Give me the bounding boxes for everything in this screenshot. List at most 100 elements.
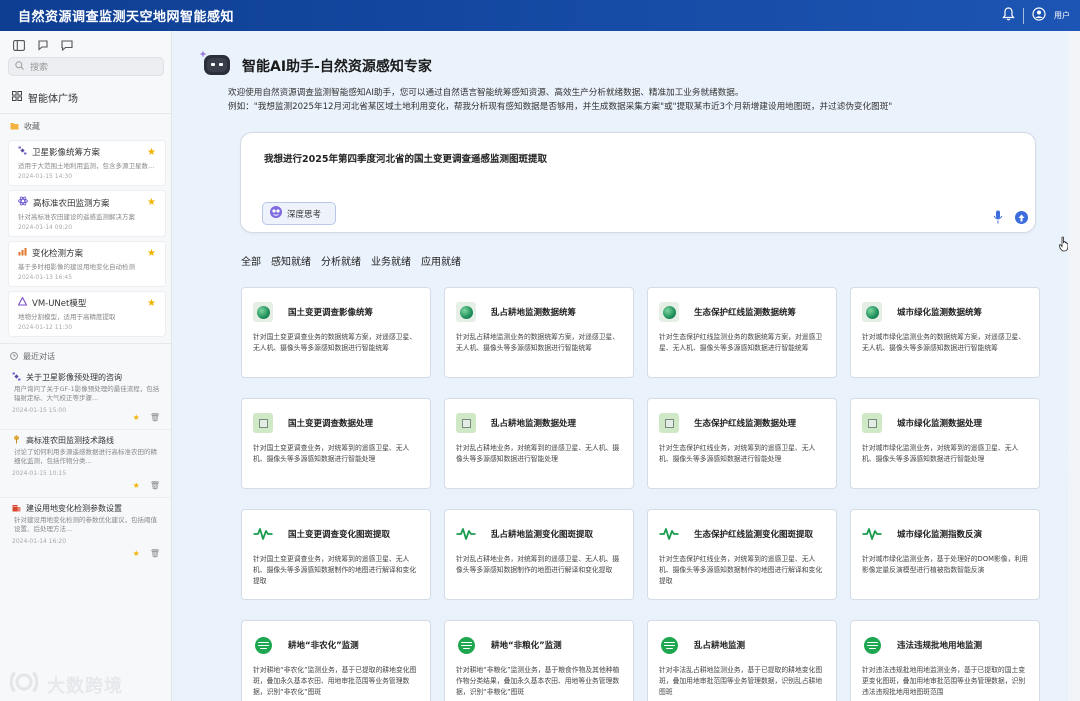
favorite-desc: 地物分割模型，适用于高精度提取 [18,313,116,321]
agent-card[interactable]: 生态保护红线监测数据处理针对生态保护红线业务，对统筹到的遥感卫星、无人机、摄像头… [647,398,837,489]
card-desc: 针对生态保护红线业务，对统筹到的遥感卫星、无人机、摄像头等多源感知数据制作的地图… [659,555,823,585]
scrollbar[interactable] [1068,31,1080,701]
deep-think-button[interactable]: 深度思考 [262,202,336,225]
card-desc: 针对乱占耕地监测业务的数据统筹方案，对遥感卫星、无人机、摄像头等多源感知数据进行… [456,333,620,352]
favorite-time: 2024-01-15 14:30 [18,173,73,180]
waves-icon [862,635,882,655]
star-icon[interactable]: ★ [133,549,140,558]
recent-time: 2024-01-14 16:20 [12,538,67,545]
agent-card[interactable]: 城市绿化监测数据统筹 针对城市绿化监测业务的数据统筹方案，对遥感卫星、无人机、摄像… [850,287,1040,378]
favorite-time: 2024-01-13 16:45 [18,274,73,281]
agent-card[interactable]: 生态保护红线监测变化图斑提取 针对生态保护红线业务，对统筹到的遥感卫星、无人机、摄… [647,509,837,600]
recent-desc: 讨论了如何利用多源遥感数据进行高标准农田的精细化监测，包括作物分类... [14,448,157,465]
sidebar-toggle-icon[interactable] [13,40,25,51]
user-name[interactable]: 用户 [1054,10,1070,21]
card-desc: 针对违法违规批地用地监测业务，基于已提取的国土变更变化图斑，叠加用地审批范围等业… [862,666,1026,696]
agent-card[interactable]: 乱占耕地监测 针对非法乱占耕地监测业务，基于已提取的耕地变化图斑，叠加用地审批范围… [647,620,837,701]
star-icon[interactable]: ★ [133,413,140,422]
microphone-icon[interactable] [993,210,1003,227]
agent-card[interactable]: 生态保护红线监测数据统筹 针对生态保护红线监测业务的数据统筹方案，对遥感卫星、无人… [647,287,837,378]
card-title: 生态保护红线监测数据统筹 [694,308,797,318]
message-icon[interactable] [61,40,73,51]
card-title: 生态保护红线监测数据处理 [694,419,797,429]
favorite-title: VM-UNet模型 [32,299,87,309]
favorite-time: 2024-01-14 09:20 [18,224,73,231]
card-desc: 针对国土变更调查业务，对统筹到的遥感卫星、无人机、摄像头等多源感知数据制作的地图… [253,555,417,585]
watermark-logo-icon [9,670,39,699]
star-icon[interactable]: ★ [133,481,140,490]
favorite-item[interactable]: 卫星影像统筹方案 适用于大范围土地利用监测，包含多源卫星数据筛选处理流程 202… [8,140,166,186]
search-input[interactable]: 搜索 [8,57,164,76]
card-title: 乱占耕地监测 [694,641,746,651]
agent-card[interactable]: 城市绿化监测指数反演 针对城市绿化监测业务，基于处理好的DOM影像，利用影像定量反… [850,509,1040,600]
agent-card[interactable]: 国土变更调查数据处理针对国土变更调查业务，对统筹到的遥感卫星、无人机、摄像头等多… [241,398,431,489]
trash-icon[interactable]: 🗑 [150,549,160,558]
agent-card[interactable]: 国土变更调查影像统筹 针对国土变更调查业务的数据统筹方案，对遥感卫星、无人机、摄像… [241,287,431,378]
card-title: 城市绿化监测数据统筹 [897,308,983,318]
agent-card[interactable]: 耕地“非粮化”监测 针对耕地“非粮化”监测业务，基于粮食作物及其他种植作物分类结果… [444,620,634,701]
send-button[interactable] [1015,211,1028,224]
star-icon[interactable]: ★ [147,147,156,158]
globe-icon [456,302,476,322]
satellite-icon [12,372,21,383]
chart-icon [18,247,27,259]
card-desc: 针对生态保护红线业务，对统筹到的遥感卫星、无人机、摄像头等多源感知数据进行智能处… [659,444,816,463]
trash-icon[interactable]: 🗑 [150,481,160,490]
favorite-item[interactable]: 变化检测方案 基于多时相影像的建设用地变化自动检测 2024-01-13 16:… [8,241,166,287]
waves-icon [659,635,679,655]
star-icon[interactable]: ★ [147,197,156,208]
agent-square-link[interactable]: 智能体广场 [0,76,171,113]
star-icon[interactable]: ★ [147,298,156,309]
agent-card[interactable]: 乱占耕地监测数据处理 针对乱占耕地业务，对统筹到的遥感卫星、无人机、摄像头等多源感… [444,398,634,489]
grid-icon [12,91,22,104]
card-desc: 针对国土变更调查业务，对统筹到的遥感卫星、无人机、摄像头等多源感知数据进行智能处… [253,444,410,463]
recent-conversation[interactable]: 建设用地变化检测参数设置 针对建设用地变化检测的参数优化建议，包括阈值设置、后处… [0,497,171,565]
favorites-header: 收藏 [0,114,171,137]
processing-icon [253,413,273,433]
favorites-label: 收藏 [24,122,40,131]
query-text[interactable]: 我想进行2025年第四季度河北省的国土变更调查遥感监测图斑提取 [264,151,547,165]
waves-icon [456,635,476,655]
tab-all[interactable]: 全部 [241,253,261,268]
card-desc: 针对城市绿化监测业务，基于处理好的DOM影像，利用影像定量反演模型进行植被指数智… [862,555,1028,574]
agent-card[interactable]: 国土变更调查变化图斑提取 针对国土变更调查业务，对统筹到的遥感卫星、无人机、摄像头… [241,509,431,600]
new-chat-icon[interactable] [37,40,49,51]
tab-analysis-ready[interactable]: 分析就绪 [321,253,361,268]
tab-application-ready[interactable]: 应用就绪 [421,253,461,268]
clock-icon [10,351,18,362]
favorite-item[interactable]: 高标准农田监测方案 针对高标准农田建设的遥感监测解决方案 2024-01-14 … [8,190,166,237]
user-avatar-icon[interactable] [1032,7,1046,24]
recent-conversation[interactable]: 关于卫星影像预处理的咨询 用户询问了关于GF-1影像预处理的最佳流程，包括辐射定… [0,367,171,429]
pulse-icon [456,524,476,544]
agent-card-grid: 国土变更调查影像统筹 针对国土变更调查业务的数据统筹方案，对遥感卫星、无人机、摄像… [241,287,1040,701]
favorite-item[interactable]: VM-UNet模型 地物分割模型，适用于高精度提取 2024-01-12 11:… [8,291,166,337]
trash-icon[interactable]: 🗑 [150,413,160,422]
tab-perception-ready[interactable]: 感知就绪 [271,253,311,268]
intro-text: 欢迎使用自然资源调查监测智能感知AI助手，您可以通过自然语言智能统筹感知资源、高… [228,86,1048,114]
card-title: 城市绿化监测数据处理 [897,419,983,429]
agent-card[interactable]: 乱占耕地监测变化图斑提取 针对乱占耕地业务，对统筹到的遥感卫星、无人机、摄像头等多… [444,509,634,600]
tab-business-ready[interactable]: 业务就绪 [371,253,411,268]
card-desc: 针对耕地“非粮化”监测业务，基于粮食作物及其他种植作物分类结果，叠加永久基本农田… [456,666,620,696]
star-icon[interactable]: ★ [147,248,156,259]
card-desc: 针对乱占耕地业务，对统筹到的遥感卫星、无人机、摄像头等多源感知数据进行智能处理 [456,444,620,463]
favorite-desc: 适用于大范围土地利用监测，包含多源卫星数据筛选处理流程 [18,162,158,170]
building-icon [12,503,21,514]
agent-card[interactable]: 耕地“非农化”监测 针对耕地“非农化”监测业务，基于已提取的耕地变化图斑，叠加永久… [241,620,431,701]
card-title: 国土变更调查数据处理 [288,419,374,429]
agent-card[interactable]: 城市绿化监测数据处理 针对城市绿化监测业务，对统筹到的遥感卫星、无人机、摄像头等多… [850,398,1040,489]
recent-desc: 针对建设用地变化检测的参数优化建议，包括阈值设置、后处理方法... [14,516,157,533]
agent-card[interactable]: 乱占耕地监测数据统筹 针对乱占耕地监测业务的数据统筹方案，对遥感卫星、无人机、摄像… [444,287,634,378]
chat-input-box[interactable]: 我想进行2025年第四季度河北省的国土变更调查遥感监测图斑提取 深度思考 [240,132,1036,233]
favorite-title: 高标准农田监测方案 [33,198,110,209]
intro-line: 欢迎使用自然资源调查监测智能感知AI助手，您可以通过自然语言智能统筹感知资源、高… [228,88,744,98]
card-desc: 针对耕地“非农化”监测业务，基于已提取的耕地变化图斑，叠加永久基本农田、用地审批… [253,666,417,696]
robot-avatar-icon [198,49,234,82]
recent-conversation[interactable]: 高标准农田监测技术路线 讨论了如何利用多源遥感数据进行高标准农田的精细化监测，包… [0,429,171,497]
agent-card[interactable]: 违法违规批地用地监测 针对违法违规批地用地监测业务，基于已提取的国土变更变化图斑，… [850,620,1040,701]
recent-title: 高标准农田监测技术路线 [26,436,114,445]
deep-think-label: 深度思考 [287,209,322,220]
bell-icon[interactable] [1002,7,1015,24]
watermark-text: 大数跨境 [47,675,123,697]
arrow-up-icon [1018,214,1025,221]
